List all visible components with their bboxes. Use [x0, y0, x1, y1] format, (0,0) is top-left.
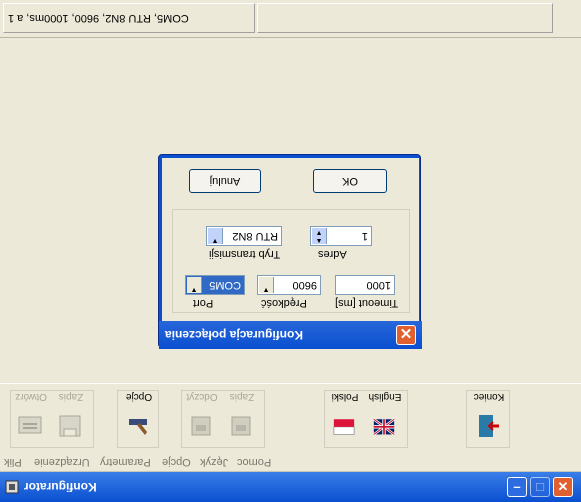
window-title: Konfigurator: [24, 480, 97, 494]
connection-fields-group: RTU 8N2 ▼ Tryb transmisji 1 ▲ ▼ Adres COM…: [172, 209, 410, 313]
chevron-down-icon[interactable]: ▼: [208, 228, 223, 244]
read-button-label: Odczyt: [186, 391, 218, 402]
address-label: Adres: [318, 248, 347, 260]
dialog-titlebar: Konfiguracja połączenia ✕: [159, 321, 422, 349]
window-titlebar: Konfigurator – □ ✕: [0, 472, 581, 502]
wrench-icon: [129, 419, 147, 435]
options-button-group: Opcje: [117, 390, 159, 448]
ok-button[interactable]: OK: [313, 169, 387, 193]
port-select[interactable]: COM5 ▼: [185, 275, 245, 295]
english-button-label: English: [368, 391, 402, 402]
transmission-mode-value: RTU 8N2: [232, 230, 278, 242]
write-button-label: Zapis: [229, 391, 255, 402]
exit-door-icon: [479, 415, 499, 437]
timeout-label: Timeout [ms]: [335, 297, 399, 309]
menu-item-parametry[interactable]: Parametry: [100, 452, 151, 472]
save-disk-icon: [59, 415, 81, 437]
port-value: COM5: [209, 279, 241, 291]
read-button[interactable]: Odczyt: [184, 391, 220, 447]
menu-item-urzadzenie[interactable]: Urządzenie: [34, 452, 90, 472]
save-button[interactable]: Zapis: [53, 391, 89, 447]
file-button-group: Otwórz Zapis: [10, 390, 94, 448]
port-label: Port: [193, 297, 214, 309]
cancel-button[interactable]: Anuluj: [189, 169, 261, 193]
options-button-label: Opcje: [125, 391, 153, 402]
open-folder-icon: [18, 416, 42, 434]
exit-button-group: Koniec: [466, 390, 510, 448]
connection-status-text: COM5, RTU 8N2, 9600, 1000ms, a 1: [8, 12, 189, 24]
app-icon: [5, 480, 19, 494]
connection-config-dialog: Anuluj OK RTU 8N2 ▼ Tryb transmisji 1 ▲ ▼…: [158, 154, 422, 349]
english-button[interactable]: English: [367, 391, 403, 447]
polish-button[interactable]: Polski: [327, 391, 363, 447]
menu-bar: Plik Urządzenie Parametry Opcje Język Po…: [0, 452, 581, 472]
transmission-mode-label: Tryb transmisji: [209, 248, 281, 260]
status-panel-connection: COM5, RTU 8N2, 9600, 1000ms, a 1: [3, 3, 255, 33]
device-read-icon: [191, 416, 211, 436]
menu-item-jezyk[interactable]: Język: [200, 452, 228, 472]
language-button-group: Polski English: [324, 390, 408, 448]
chevron-down-icon[interactable]: ▼: [259, 277, 274, 293]
toolbar: Otwórz Zapis Opcje Odczyt Zapis Polski E…: [0, 383, 581, 451]
exit-button[interactable]: Koniec: [471, 391, 507, 447]
status-panel-empty: [257, 3, 553, 33]
dialog-title: Konfiguracja połączenia: [165, 328, 304, 342]
polish-button-label: Polski: [331, 391, 359, 402]
minimize-icon[interactable]: –: [507, 477, 527, 497]
device-button-group: Odczyt Zapis: [181, 390, 265, 448]
menu-item-opcje[interactable]: Opcje: [162, 452, 191, 472]
menu-item-pomoc[interactable]: Pomoc: [237, 452, 271, 472]
timeout-input[interactable]: 1000: [335, 275, 395, 295]
write-button[interactable]: Zapis: [224, 391, 260, 447]
address-value: 1: [361, 230, 368, 242]
address-spinner[interactable]: 1 ▲ ▼: [310, 226, 372, 246]
uk-flag-icon: [373, 418, 395, 436]
timeout-value: 1000: [366, 279, 391, 291]
close-icon[interactable]: ✕: [553, 477, 573, 497]
device-write-icon: [231, 416, 251, 436]
menu-item-plik[interactable]: Plik: [4, 452, 22, 472]
save-button-label: Zapis: [58, 391, 84, 402]
speed-select[interactable]: 9600 ▼: [257, 275, 321, 295]
open-button[interactable]: Otwórz: [13, 391, 49, 447]
exit-button-label: Koniec: [473, 391, 505, 402]
polish-flag-icon: [333, 419, 355, 435]
options-button[interactable]: Opcje: [121, 391, 157, 447]
spinner-arrows-icon[interactable]: ▲ ▼: [312, 228, 327, 244]
chevron-down-icon[interactable]: ▼: [187, 277, 202, 293]
open-button-label: Otwórz: [15, 391, 47, 402]
speed-label: Prędkość: [261, 297, 307, 309]
speed-value: 9600: [292, 279, 317, 291]
dialog-body: Anuluj OK RTU 8N2 ▼ Tryb transmisji 1 ▲ ▼…: [162, 158, 419, 321]
close-icon[interactable]: ✕: [396, 325, 416, 345]
maximize-icon[interactable]: □: [530, 477, 550, 497]
status-bar: COM5, RTU 8N2, 9600, 1000ms, a 1: [0, 0, 581, 38]
transmission-mode-select[interactable]: RTU 8N2 ▼: [206, 226, 282, 246]
